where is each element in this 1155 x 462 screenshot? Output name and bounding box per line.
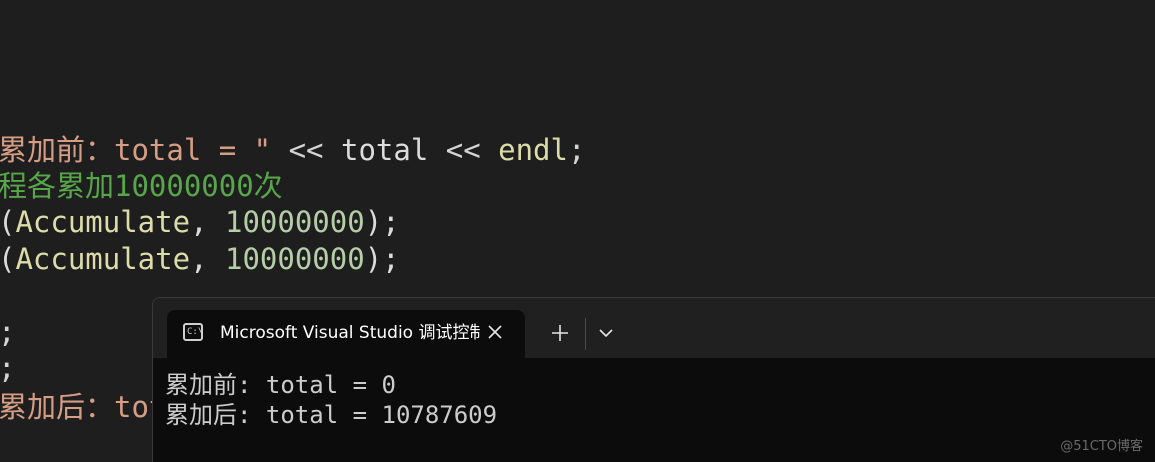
code-line-4: (Accumulate, 10000000); — [0, 241, 400, 277]
paren-open: ( — [0, 205, 15, 239]
code-line-5: ; — [0, 314, 15, 350]
semicolon: ; — [0, 315, 15, 349]
paren-close: ); — [364, 242, 400, 276]
tab-bar: C:\ Microsoft Visual Studio 调试控制台 — [153, 298, 1155, 358]
code-line-7: 累加后：tot — [0, 389, 166, 425]
screen: 累加前：total = " << total << endl; 程各累加1000… — [0, 0, 1155, 462]
code-line-6: ; — [0, 350, 15, 386]
string-literal: 累加前：total = " — [0, 133, 272, 167]
number-literal: 10000000 — [225, 242, 365, 276]
tab-title: Microsoft Visual Studio 调试控制台 — [220, 323, 480, 343]
stream-operator: << — [271, 133, 341, 167]
semicolon: ; — [0, 351, 15, 385]
comma: , — [190, 242, 225, 276]
console-icon: C:\ — [183, 323, 203, 341]
paren-close: ); — [364, 205, 400, 239]
tab-divider — [585, 318, 586, 350]
watermark: @51CTO博客 — [1060, 439, 1143, 454]
code-line-1: 累加前：total = " << total << endl; — [0, 132, 585, 168]
code-line-3: (Accumulate, 10000000); — [0, 204, 400, 240]
code-comment: 程各累加10000000次 — [0, 169, 283, 203]
console-line: 累加后: total = 10787609 — [165, 401, 498, 429]
console-line: 累加前: total = 0 — [165, 371, 396, 399]
debug-console-window[interactable]: C:\ Microsoft Visual Studio 调试控制台 累加前: t… — [152, 297, 1155, 462]
chevron-down-icon[interactable] — [593, 320, 619, 346]
close-icon[interactable] — [483, 320, 507, 344]
comma: , — [190, 205, 225, 239]
console-output: 累加前: total = 0 累加后: total = 10787609 — [165, 370, 497, 430]
code-line-2: 程各累加10000000次 — [0, 168, 283, 204]
number-literal: 10000000 — [225, 205, 365, 239]
identifier-endl: endl — [498, 133, 568, 167]
plus-icon[interactable] — [545, 318, 575, 348]
stream-operator: << — [428, 133, 499, 167]
identifier-accumulate: Accumulate — [15, 205, 191, 239]
string-literal: 累加后：tot — [0, 390, 167, 424]
identifier-total: total — [340, 133, 429, 167]
identifier-accumulate: Accumulate — [15, 242, 191, 276]
semicolon: ; — [567, 133, 586, 167]
tab-debug-console[interactable]: C:\ Microsoft Visual Studio 调试控制台 — [167, 310, 525, 358]
paren-open: ( — [0, 242, 15, 276]
